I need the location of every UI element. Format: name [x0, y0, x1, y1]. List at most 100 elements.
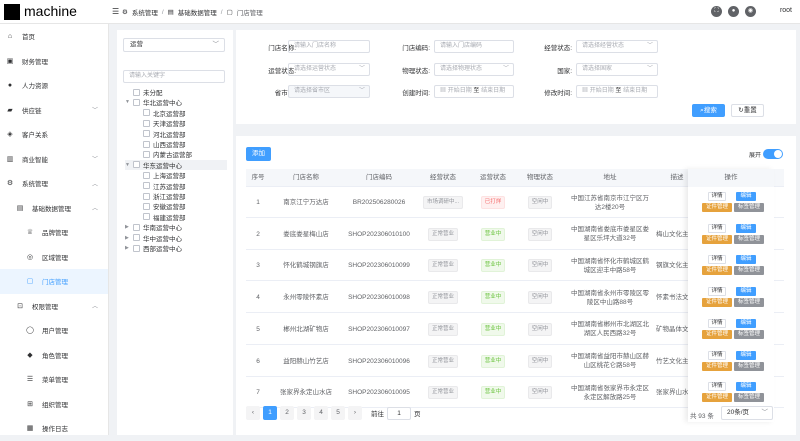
sidebar-item[interactable]: ♕ 品牌管理	[0, 220, 108, 245]
detail-button[interactable]: 详情	[708, 255, 726, 265]
edit-button[interactable]: 编辑	[736, 192, 756, 201]
label-manage-button[interactable]: 标签管理	[734, 361, 764, 371]
sidebar-item[interactable]: ▣ 财务管理	[0, 49, 108, 74]
page-size-select[interactable]: 20条/页 ﹀	[721, 406, 773, 420]
cert-manage-button[interactable]: 证件管理	[702, 266, 732, 276]
store-code-input[interactable]: 请输入门店编码	[434, 40, 514, 53]
goto-page-input[interactable]: 1	[387, 406, 411, 420]
expand-switch[interactable]	[763, 149, 784, 159]
edit-button[interactable]: 编辑	[736, 287, 756, 297]
page-button[interactable]: 2	[280, 406, 294, 420]
cert-manage-button[interactable]: 证件管理	[702, 203, 732, 212]
sidebar-item[interactable]: ▰ 供应链 ﹀	[0, 98, 108, 123]
edit-button[interactable]: 编辑	[736, 223, 756, 233]
cert-manage-button[interactable]: 证件管理	[702, 393, 732, 403]
menu-toggle-icon[interactable]: ☰	[112, 7, 119, 16]
tree-node-checkbox[interactable]	[133, 244, 140, 252]
breadcrumb-item[interactable]: 基础数据管理	[178, 7, 217, 17]
tree-node-checkbox[interactable]	[133, 161, 140, 169]
page-button[interactable]: 5	[331, 406, 345, 420]
tree-node[interactable]: 上海运营部	[135, 170, 186, 180]
tree-node-checkbox[interactable]	[143, 192, 150, 200]
label-manage-button[interactable]: 标签管理	[734, 298, 764, 308]
cert-manage-button[interactable]: 证件管理	[702, 234, 732, 244]
status-select[interactable]: 请选择经营状态 ﹀	[576, 40, 658, 53]
tree-node[interactable]: 浙江运营部	[135, 191, 186, 201]
label-manage-button[interactable]: 标签管理	[734, 234, 764, 244]
tree-node[interactable]: ▼ 华北运营中心	[125, 97, 182, 107]
tree-filter-input[interactable]: 请输入关键字	[123, 70, 225, 83]
tree-toggle-icon[interactable]: ▼	[125, 162, 133, 168]
label-manage-button[interactable]: 标签管理	[734, 203, 764, 212]
tree-node[interactable]: ▶ 华南运营中心	[125, 222, 182, 232]
tree-node[interactable]: 江苏运营部	[135, 181, 186, 191]
label-manage-button[interactable]: 标签管理	[734, 266, 764, 276]
sidebar-item[interactable]: ● 人力资源	[0, 73, 108, 98]
tree-node[interactable]: 山西运营部	[135, 139, 186, 149]
sidebar-item[interactable]: ☰ 菜单管理	[0, 367, 108, 392]
tree-node[interactable]: 北京运营部	[135, 108, 186, 118]
tree-node[interactable]: 福建运营部	[135, 212, 186, 222]
edit-button[interactable]: 编辑	[736, 318, 756, 328]
tree-node-checkbox[interactable]	[133, 88, 140, 96]
label-manage-button[interactable]: 标签管理	[734, 329, 764, 339]
detail-button[interactable]: 详情	[708, 318, 726, 328]
user-name[interactable]: root	[780, 7, 792, 14]
tree-node[interactable]: ▶ 华中运营中心	[125, 233, 182, 243]
cert-manage-button[interactable]: 证件管理	[702, 361, 732, 371]
detail-button[interactable]: 详情	[708, 382, 726, 392]
province-select[interactable]: 请选择省市区 ﹀	[288, 85, 370, 98]
store-name-input[interactable]: 请输入门店名称	[288, 40, 370, 53]
fullscreen-icon[interactable]: ⛶	[711, 6, 722, 17]
sidebar-item[interactable]: ▥ 商业智能 ﹀	[0, 147, 108, 172]
sidebar-item[interactable]: ▦ 操作日志	[0, 416, 108, 441]
tree-node-checkbox[interactable]	[143, 171, 150, 179]
modified-date-range[interactable]: ▦ 开始日期 至 结束日期	[576, 85, 658, 98]
prop-status-select[interactable]: 请选择物理状态 ﹀	[434, 63, 514, 76]
add-button[interactable]: 添加	[246, 147, 271, 161]
edit-button[interactable]: 编辑	[736, 255, 756, 265]
prev-page-button[interactable]: ‹	[246, 406, 260, 420]
tree-toggle-icon[interactable]: ▶	[125, 245, 133, 251]
tree-node-checkbox[interactable]	[143, 119, 150, 127]
country-select[interactable]: 请选择国家 ﹀	[576, 63, 658, 76]
tree-node-checkbox[interactable]	[143, 182, 150, 190]
cert-manage-button[interactable]: 证件管理	[702, 329, 732, 339]
tree-node-checkbox[interactable]	[143, 202, 150, 210]
tree-node-checkbox[interactable]	[143, 140, 150, 148]
detail-button[interactable]: 详情	[708, 223, 726, 233]
reset-button[interactable]: ↻重置	[731, 104, 764, 117]
tree-toggle-icon[interactable]: ▼	[125, 99, 133, 105]
tree-node[interactable]: 河北运营部	[135, 129, 186, 139]
tree-toggle-icon[interactable]: ▶	[125, 224, 133, 230]
next-page-button[interactable]: ›	[348, 406, 362, 420]
sidebar-item[interactable]: ◆ 角色管理	[0, 343, 108, 368]
search-button[interactable]: ⌕搜索	[692, 104, 725, 117]
sidebar-item[interactable]: ▤ 基础数据管理 ︿	[0, 196, 108, 221]
tree-node[interactable]: ▼ 华东运营中心	[125, 159, 227, 170]
tree-node[interactable]: 天津运营部	[135, 118, 186, 128]
tree-node-checkbox[interactable]	[143, 213, 150, 221]
op-status-select[interactable]: 请选择运营状态 ﹀	[288, 63, 370, 76]
tree-node[interactable]: 未分配	[125, 87, 163, 97]
tree-node-checkbox[interactable]	[133, 223, 140, 231]
tree-node[interactable]: 内蒙古运营部	[135, 149, 192, 159]
sidebar-item[interactable]: ◈ 客户关系	[0, 122, 108, 147]
tree-node-checkbox[interactable]	[133, 234, 140, 242]
org-type-select[interactable]: 运营 ﹀	[123, 38, 225, 52]
created-date-range[interactable]: ▦ 开始日期 至 结束日期	[434, 85, 514, 98]
tree-node-checkbox[interactable]	[143, 130, 150, 138]
detail-button[interactable]: 详情	[708, 287, 726, 297]
sidebar-item[interactable]: ⚙ 系统管理 ︿	[0, 171, 108, 196]
tree-node[interactable]: ▶ 西部运营中心	[125, 243, 182, 253]
edit-button[interactable]: 编辑	[736, 350, 756, 360]
page-button[interactable]: 1	[263, 406, 277, 420]
lock-icon[interactable]: ●	[728, 6, 739, 17]
sidebar-item[interactable]: ◯ 用户管理	[0, 318, 108, 343]
avatar[interactable]: ◉	[745, 6, 756, 17]
breadcrumb-item[interactable]: 系统管理	[132, 7, 158, 17]
page-button[interactable]: 4	[314, 406, 328, 420]
cert-manage-button[interactable]: 证件管理	[702, 298, 732, 308]
sidebar-item[interactable]: ⊡ 权限管理 ︿	[0, 294, 108, 319]
detail-button[interactable]: 详情	[708, 350, 726, 360]
